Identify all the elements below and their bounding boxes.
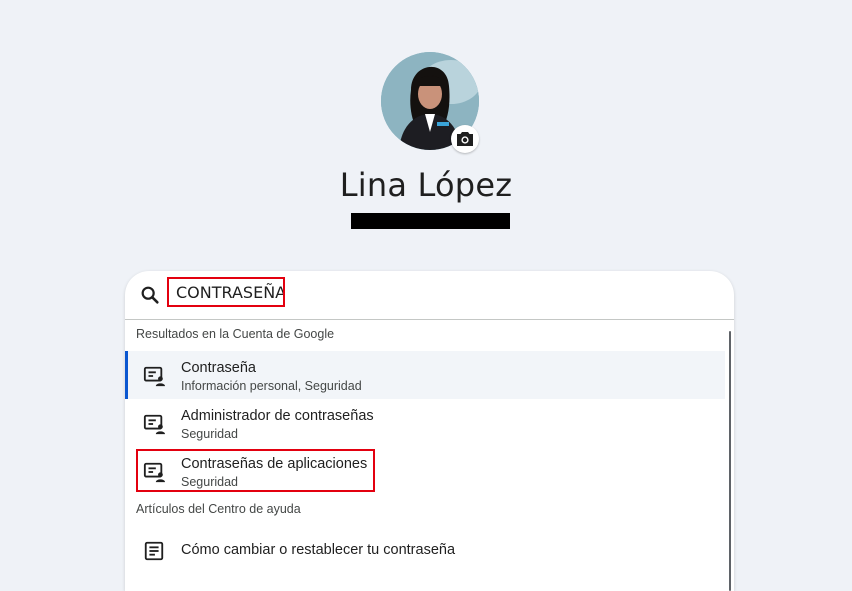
result-item-administrador[interactable]: Administrador de contraseñas Seguridad	[125, 399, 725, 447]
result-title: Contraseña	[181, 360, 256, 376]
account-results-header: Resultados en la Cuenta de Google	[136, 327, 335, 341]
result-subtitle: Información personal, Seguridad	[181, 379, 362, 393]
search-panel: Resultados en la Cuenta de Google Contra…	[125, 271, 734, 591]
article-icon	[144, 541, 164, 561]
result-subtitle: Seguridad	[181, 427, 238, 441]
result-item-contrasena[interactable]: Contraseña Información personal, Segurid…	[125, 351, 725, 399]
scrollbar[interactable]	[729, 331, 731, 591]
search-bar	[125, 271, 734, 320]
result-title: Administrador de contraseñas	[181, 408, 374, 424]
help-results-header: Artículos del Centro de ayuda	[136, 502, 301, 516]
highlight-annotation	[136, 449, 375, 492]
account-setting-icon	[143, 366, 165, 387]
search-input[interactable]	[167, 277, 285, 307]
account-setting-icon	[143, 414, 165, 435]
result-title: Cómo cambiar o restablecer tu contraseña	[181, 542, 456, 558]
help-item-cambiar-contrasena[interactable]: Cómo cambiar o restablecer tu contraseña	[125, 530, 725, 570]
camera-icon	[457, 132, 473, 146]
redacted-email	[351, 213, 510, 229]
profile-name: Lina López	[339, 166, 513, 204]
change-photo-button[interactable]	[451, 125, 479, 153]
search-icon[interactable]	[139, 284, 161, 306]
